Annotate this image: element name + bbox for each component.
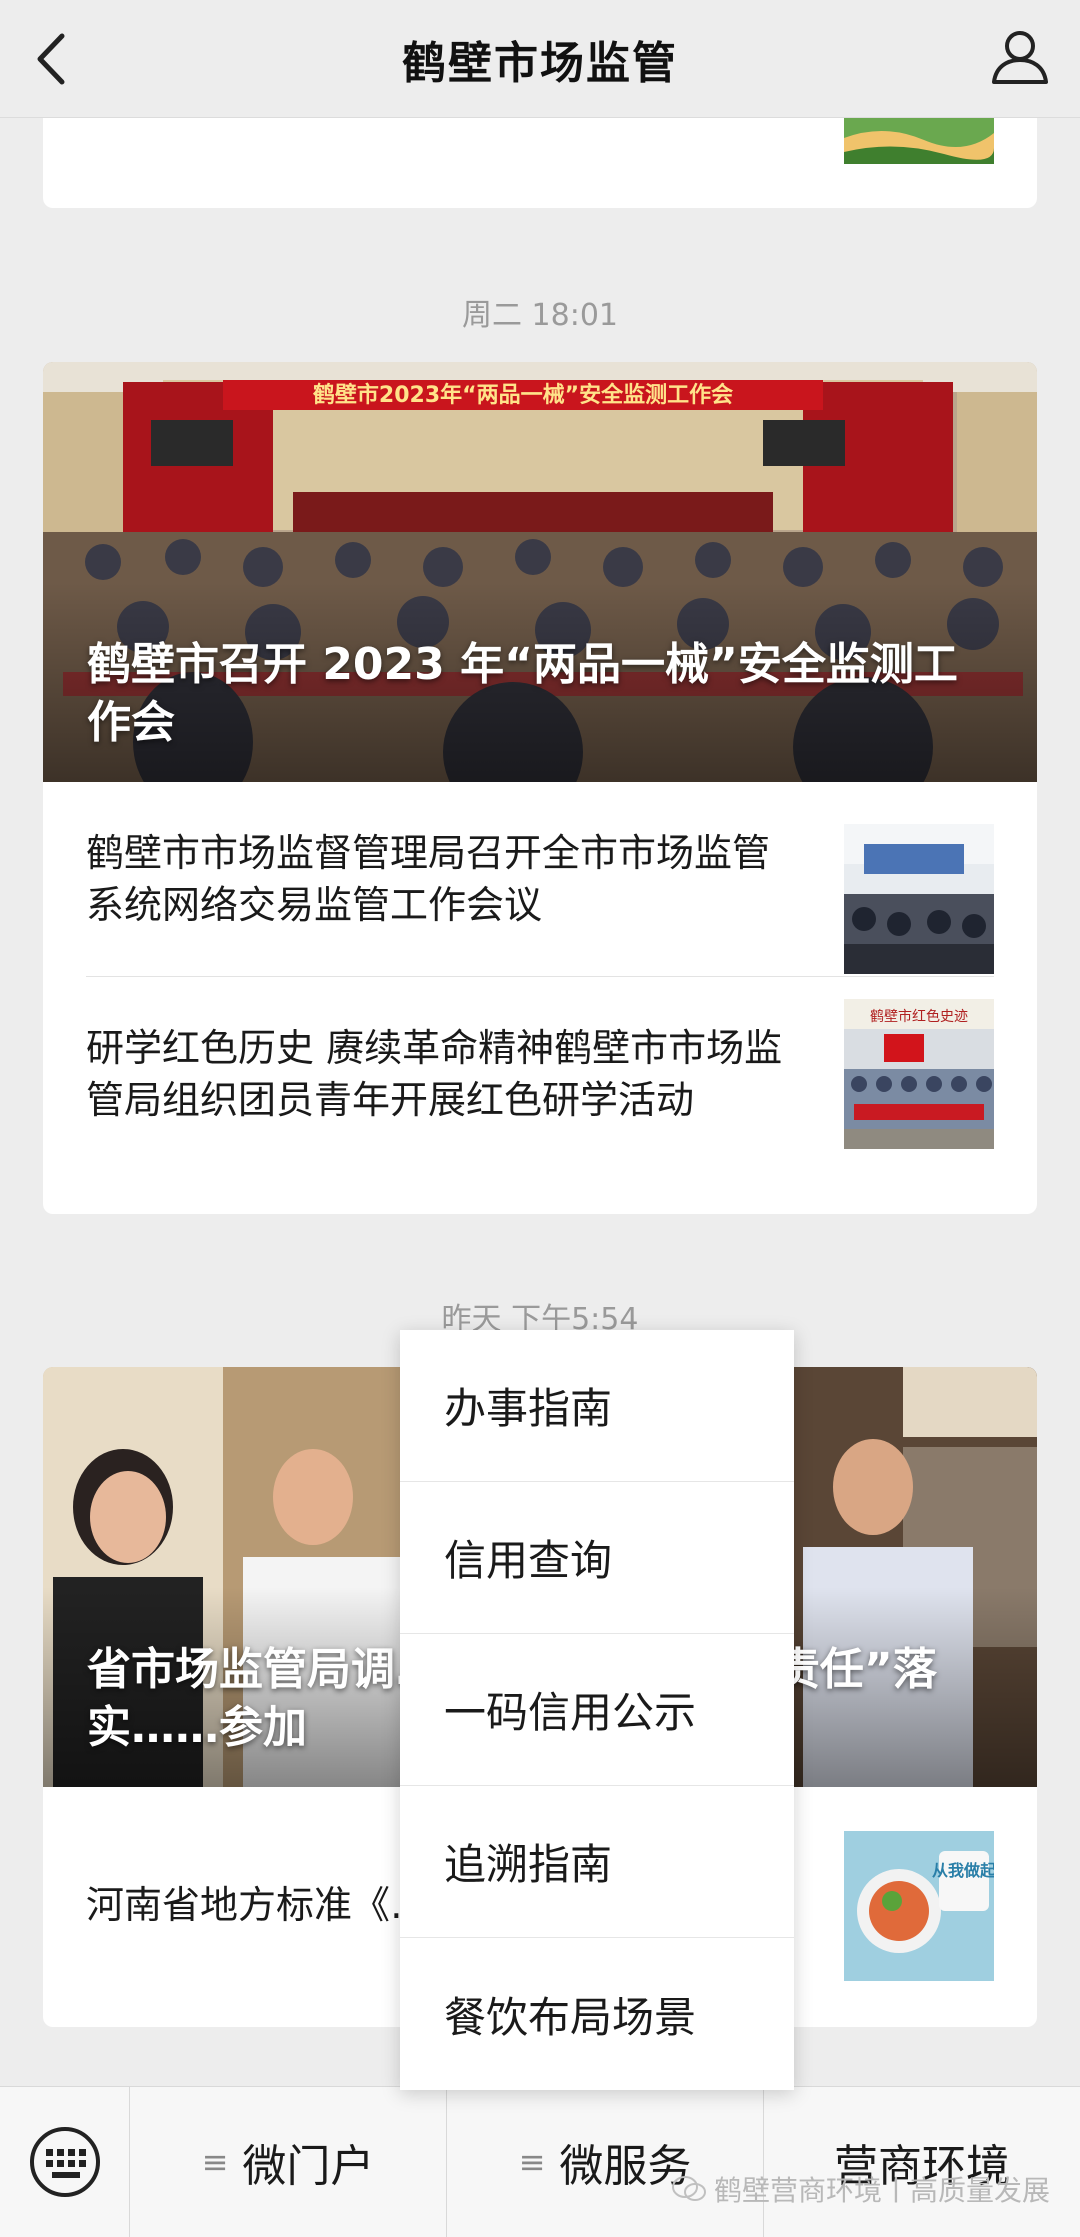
menu-item-credit-code-disclosure[interactable]: 一码信用公示 bbox=[400, 1634, 794, 1786]
article-thumbnail bbox=[844, 824, 994, 974]
menu-tab-micro-service[interactable]: ≡ 微服务 bbox=[447, 2086, 764, 2237]
article-item[interactable]: 研学红色历史 赓续革命精神鹤壁市市场监管局组织团员青年开展红色研学活动 鹤壁市红… bbox=[86, 976, 994, 1170]
article-item-title: 研学红色历史 赓续革命精神鹤壁市市场监管局组织团员青年开展红色研学活动 bbox=[86, 1025, 783, 1122]
menu-tab-label: 微门户 bbox=[242, 2141, 375, 2192]
wechat-logo-icon bbox=[671, 2176, 706, 2201]
article-thumbnail bbox=[844, 118, 994, 164]
article-group-card: 鹤壁市2023年“两品一械”安全监测工作会 鹤壁市召开 2023 年“两品一械”… bbox=[43, 362, 1037, 1214]
menu-item-credit-query[interactable]: 信用查询 bbox=[400, 1482, 794, 1634]
back-arrow-icon[interactable] bbox=[28, 30, 78, 88]
thumbnail-sign-text: 鹤壁市红色史迹 bbox=[870, 1008, 968, 1025]
page-title: 鹤壁市场监管 bbox=[402, 37, 678, 89]
cover-article-title: 鹤壁市召开 2023 年“两品一械”安全监测工作会 bbox=[87, 639, 958, 748]
menu-item-catering-layout[interactable]: 餐饮布局场景 bbox=[400, 1938, 794, 2090]
submenu-popup: 办事指南 信用查询 一码信用公示 追溯指南 餐饮布局场景 bbox=[400, 1330, 794, 2090]
menu-tab-micro-portal[interactable]: ≡ 微门户 bbox=[130, 2086, 447, 2237]
cover-article[interactable]: 鹤壁市2023年“两品一械”安全监测工作会 鹤壁市召开 2023 年“两品一械”… bbox=[43, 362, 1037, 782]
profile-icon[interactable] bbox=[988, 24, 1052, 88]
menu-lines-icon: ≡ bbox=[201, 2143, 229, 2181]
top-nav-bar: 鹤壁市场监管 bbox=[0, 0, 1080, 118]
menu-tab-business-environment[interactable]: 营商环境 bbox=[764, 2087, 1080, 2237]
timestamp: 周二 18:01 bbox=[462, 298, 618, 333]
keyboard-icon bbox=[29, 2127, 100, 2197]
article-thumbnail: 从我做起 bbox=[844, 1831, 994, 1981]
watermark: 鹤壁营商环境丨高质量发展 bbox=[671, 2169, 1050, 2209]
watermark-text: 鹤壁营商环境丨高质量发展 bbox=[713, 2174, 1050, 2207]
bottom-menu-bar: ≡ 微门户 ≡ 微服务 营商环境 bbox=[0, 2086, 1080, 2237]
menu-item-traceability-guide[interactable]: 追溯指南 bbox=[400, 1786, 794, 1938]
thumbnail-slogan-text: 从我做起 bbox=[932, 1861, 994, 1880]
keyboard-toggle-button[interactable] bbox=[0, 2086, 130, 2237]
article-item[interactable]: 鹤壁市市场监督管理局召开全市市场监管系统网络交易监管工作会议 bbox=[86, 782, 994, 976]
article-card-previous[interactable] bbox=[43, 118, 1037, 208]
article-item-title: 鹤壁市市场监督管理局召开全市市场监管系统网络交易监管工作会议 bbox=[86, 831, 771, 927]
banner-text: 鹤壁市2023年“两品一械”安全监测工作会 bbox=[313, 382, 733, 408]
menu-item-service-guide[interactable]: 办事指南 bbox=[400, 1330, 794, 1482]
menu-lines-icon: ≡ bbox=[518, 2143, 546, 2181]
article-thumbnail: 鹤壁市红色史迹 bbox=[844, 999, 994, 1149]
